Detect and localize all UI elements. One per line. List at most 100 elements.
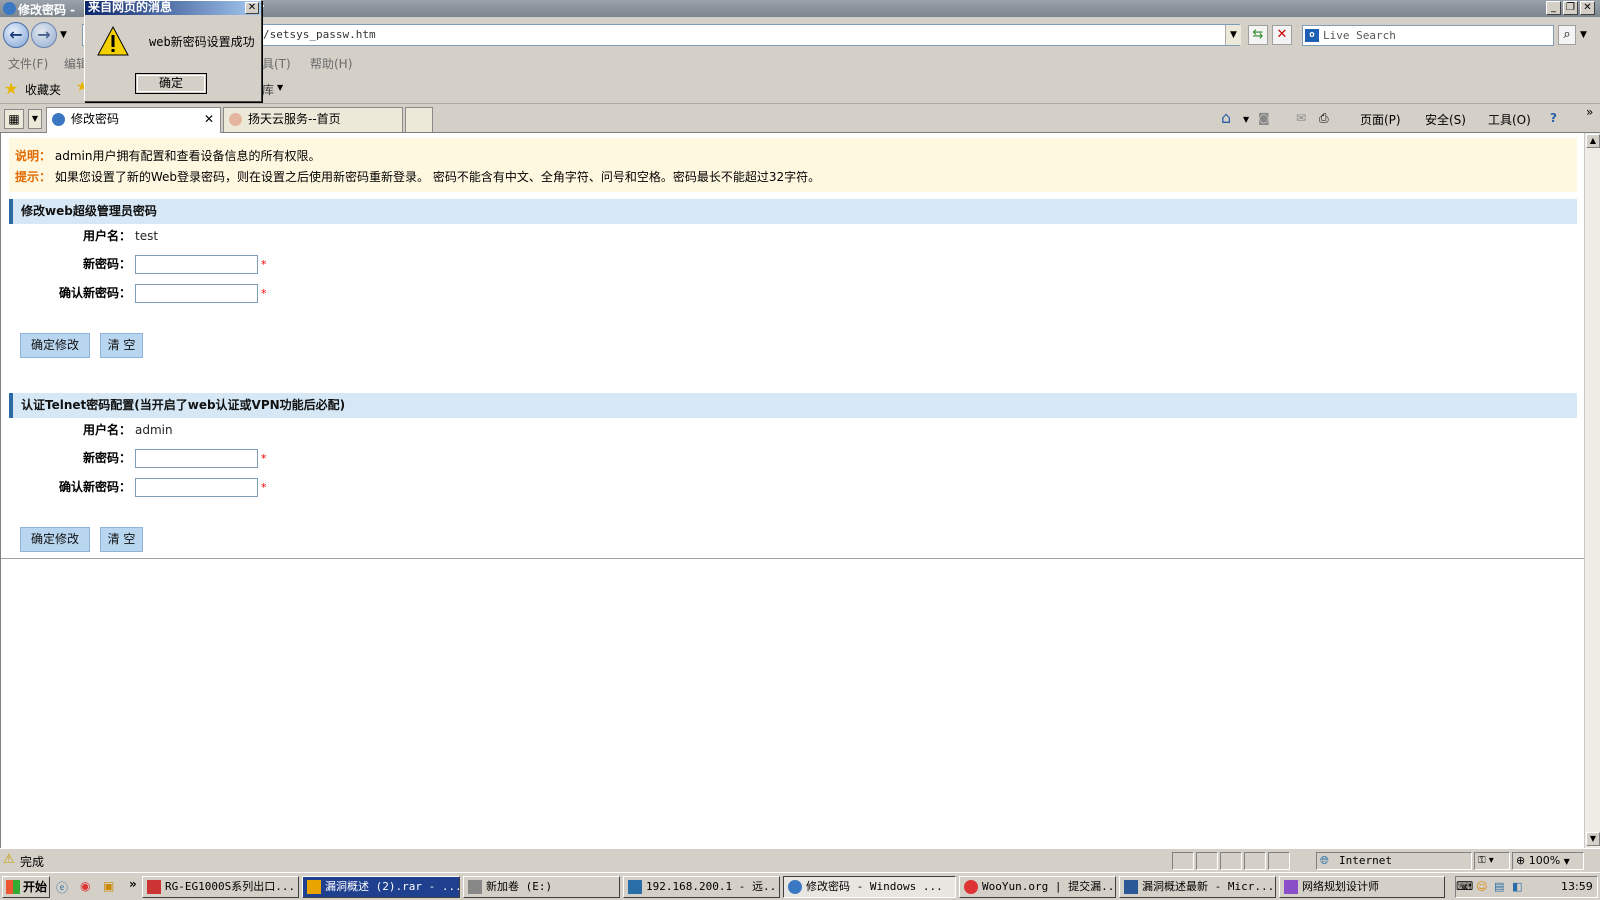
- mail-icon[interactable]: ✉: [1296, 111, 1306, 125]
- app-icon: [1284, 880, 1298, 894]
- web-slice-gallery[interactable]: 库: [262, 81, 274, 98]
- folder-quicklaunch-icon[interactable]: ▣: [103, 879, 114, 893]
- web-confirm-password-input[interactable]: [135, 284, 258, 303]
- web-clear-button[interactable]: 清 空: [100, 333, 143, 358]
- web-new-password-input[interactable]: [135, 255, 258, 274]
- web-newpw-row: 新密码： *: [1, 254, 1001, 276]
- favorites-star-icon[interactable]: ★: [4, 79, 18, 98]
- status-cell: [1268, 852, 1290, 870]
- vertical-scrollbar[interactable]: ▲ ▼: [1584, 133, 1600, 848]
- home-icon[interactable]: ⌂: [1221, 108, 1231, 127]
- scroll-down-icon[interactable]: ▼: [1586, 832, 1600, 846]
- warning-icon: [97, 25, 129, 56]
- required-mark: *: [261, 452, 267, 465]
- tools-menu[interactable]: 工具(O): [1488, 111, 1531, 128]
- network-icon[interactable]: ▤: [1494, 877, 1504, 897]
- winrar-icon: [307, 880, 321, 894]
- address-dropdown-icon[interactable]: ▼: [1225, 25, 1241, 45]
- username-label: 用户名：: [82, 229, 131, 243]
- print-icon[interactable]: ⎙: [1319, 111, 1329, 126]
- start-label: 开始: [23, 880, 48, 894]
- taskbar-item[interactable]: 漏洞概述最新 - Micr...: [1119, 876, 1276, 898]
- dialog-ok-button[interactable]: 确定: [135, 73, 207, 94]
- tab-change-password[interactable]: 修改密码 ✕: [46, 107, 221, 133]
- live-search-logo-icon: o: [1305, 29, 1319, 42]
- chrome-quicklaunch-icon[interactable]: ◉: [80, 879, 90, 893]
- required-mark: *: [261, 258, 267, 271]
- refresh-icon[interactable]: ⇆: [1248, 25, 1268, 45]
- dialog-close-icon[interactable]: ✕: [245, 2, 259, 14]
- stop-icon[interactable]: ✕: [1272, 25, 1292, 45]
- restore-icon[interactable]: ❐: [1563, 1, 1578, 15]
- drive-icon: [468, 880, 482, 894]
- telnet-submit-button[interactable]: 确定修改: [20, 527, 90, 552]
- search-options-icon[interactable]: ▼: [1580, 30, 1587, 40]
- forward-icon[interactable]: →: [31, 22, 57, 48]
- notice-desc-text: admin用户拥有配置和查看设备信息的所有权限。: [54, 149, 321, 163]
- taskbar-item[interactable]: WooYun.org | 提交漏...: [959, 876, 1116, 898]
- search-input[interactable]: o Live Search: [1302, 25, 1554, 46]
- close-icon[interactable]: ✕: [1580, 1, 1595, 15]
- dialog-title: 来自网页的消息: [85, 1, 261, 15]
- home-dropdown-icon[interactable]: ▼: [1243, 115, 1249, 124]
- tab-list-icon[interactable]: ▼: [28, 109, 42, 129]
- zoom-control[interactable]: ⊕ 100% ▼: [1512, 852, 1584, 870]
- telnet-confirm-row: 确认新密码： *: [1, 477, 1001, 499]
- history-dropdown-icon[interactable]: ▼: [60, 30, 67, 40]
- taskbar-label: 修改密码 - Windows ...: [806, 880, 943, 893]
- search-placeholder: Live Search: [1323, 29, 1396, 42]
- safety-menu[interactable]: 安全(S): [1425, 111, 1466, 128]
- page-loading-icon: [229, 113, 242, 126]
- zone-label: Internet: [1339, 854, 1392, 867]
- taskbar-item[interactable]: 漏洞概述 (2).rar - ...: [302, 876, 460, 898]
- menu-file[interactable]: 文件(F): [8, 55, 48, 72]
- tab-yangtian-cloud[interactable]: 扬天云服务--首页: [223, 107, 403, 132]
- menu-tools[interactable]: 具(T): [262, 55, 291, 72]
- taskbar-item[interactable]: 192.168.200.1 - 远...: [623, 876, 780, 898]
- status-cell: [1196, 852, 1218, 870]
- zoom-icon: ⊕: [1516, 854, 1526, 867]
- more-commands-icon[interactable]: »: [1586, 105, 1593, 119]
- web-confirm-row: 确认新密码： *: [1, 283, 1001, 305]
- telnet-confirm-password-input[interactable]: [135, 478, 258, 497]
- tab-label: 修改密码: [71, 112, 120, 126]
- minimize-icon[interactable]: _: [1546, 1, 1561, 15]
- menu-help[interactable]: 帮助(H): [310, 55, 352, 72]
- taskbar-item[interactable]: 网络规划设计师: [1279, 876, 1445, 898]
- page-menu[interactable]: 页面(P): [1360, 111, 1401, 128]
- taskbar: 开始 ⓔ ◉ ▣ » RG-EG1000S系列出口... 漏洞概述 (2).ra…: [0, 872, 1600, 900]
- search-icon[interactable]: ⌕: [1558, 25, 1576, 45]
- volume-icon[interactable]: ◧: [1512, 877, 1522, 897]
- start-button[interactable]: 开始: [2, 876, 50, 898]
- gallery-dropdown-icon[interactable]: ▼: [277, 83, 283, 92]
- web-submit-button[interactable]: 确定修改: [20, 333, 90, 358]
- new-tab-button[interactable]: [405, 107, 433, 132]
- tab-close-icon[interactable]: ✕: [204, 108, 214, 130]
- taskbar-item[interactable]: 新加卷 (E:): [463, 876, 620, 898]
- warning-icon: ⚠: [3, 852, 15, 867]
- telnet-clear-button[interactable]: 清 空: [100, 527, 143, 552]
- scroll-up-icon[interactable]: ▲: [1586, 134, 1600, 148]
- status-cell: [1220, 852, 1242, 870]
- qq-icon[interactable]: ☺: [1476, 877, 1487, 897]
- notice-desc-label: 说明：: [15, 149, 52, 163]
- security-zone[interactable]: 🌐︎ Internet: [1316, 852, 1472, 870]
- feeds-icon[interactable]: ◙: [1258, 111, 1270, 125]
- taskbar-item[interactable]: 修改密码 - Windows ...: [783, 876, 956, 898]
- help-icon[interactable]: ?: [1550, 111, 1557, 125]
- clock[interactable]: 13:59: [1561, 877, 1593, 897]
- taskbar-item[interactable]: RG-EG1000S系列出口...: [142, 876, 299, 898]
- favorites-label[interactable]: 收藏夹: [25, 81, 61, 98]
- tray-expand-icon[interactable]: «: [1461, 877, 1468, 897]
- quicklaunch-more-icon[interactable]: »: [129, 877, 137, 891]
- quick-tabs-icon[interactable]: ▦: [4, 109, 24, 129]
- telnet-new-password-input[interactable]: [135, 449, 258, 468]
- username-label: 用户名：: [82, 423, 131, 437]
- word-icon: [1124, 880, 1138, 894]
- back-icon[interactable]: ←: [3, 22, 29, 48]
- ie-quicklaunch-icon[interactable]: ⓔ: [56, 879, 68, 896]
- content-divider: [1, 558, 1584, 559]
- taskbar-label: RG-EG1000S系列出口...: [165, 880, 296, 893]
- confirm-password-label: 确认新密码：: [58, 286, 131, 300]
- protected-mode-icon[interactable]: ⚿ ▾: [1474, 852, 1510, 870]
